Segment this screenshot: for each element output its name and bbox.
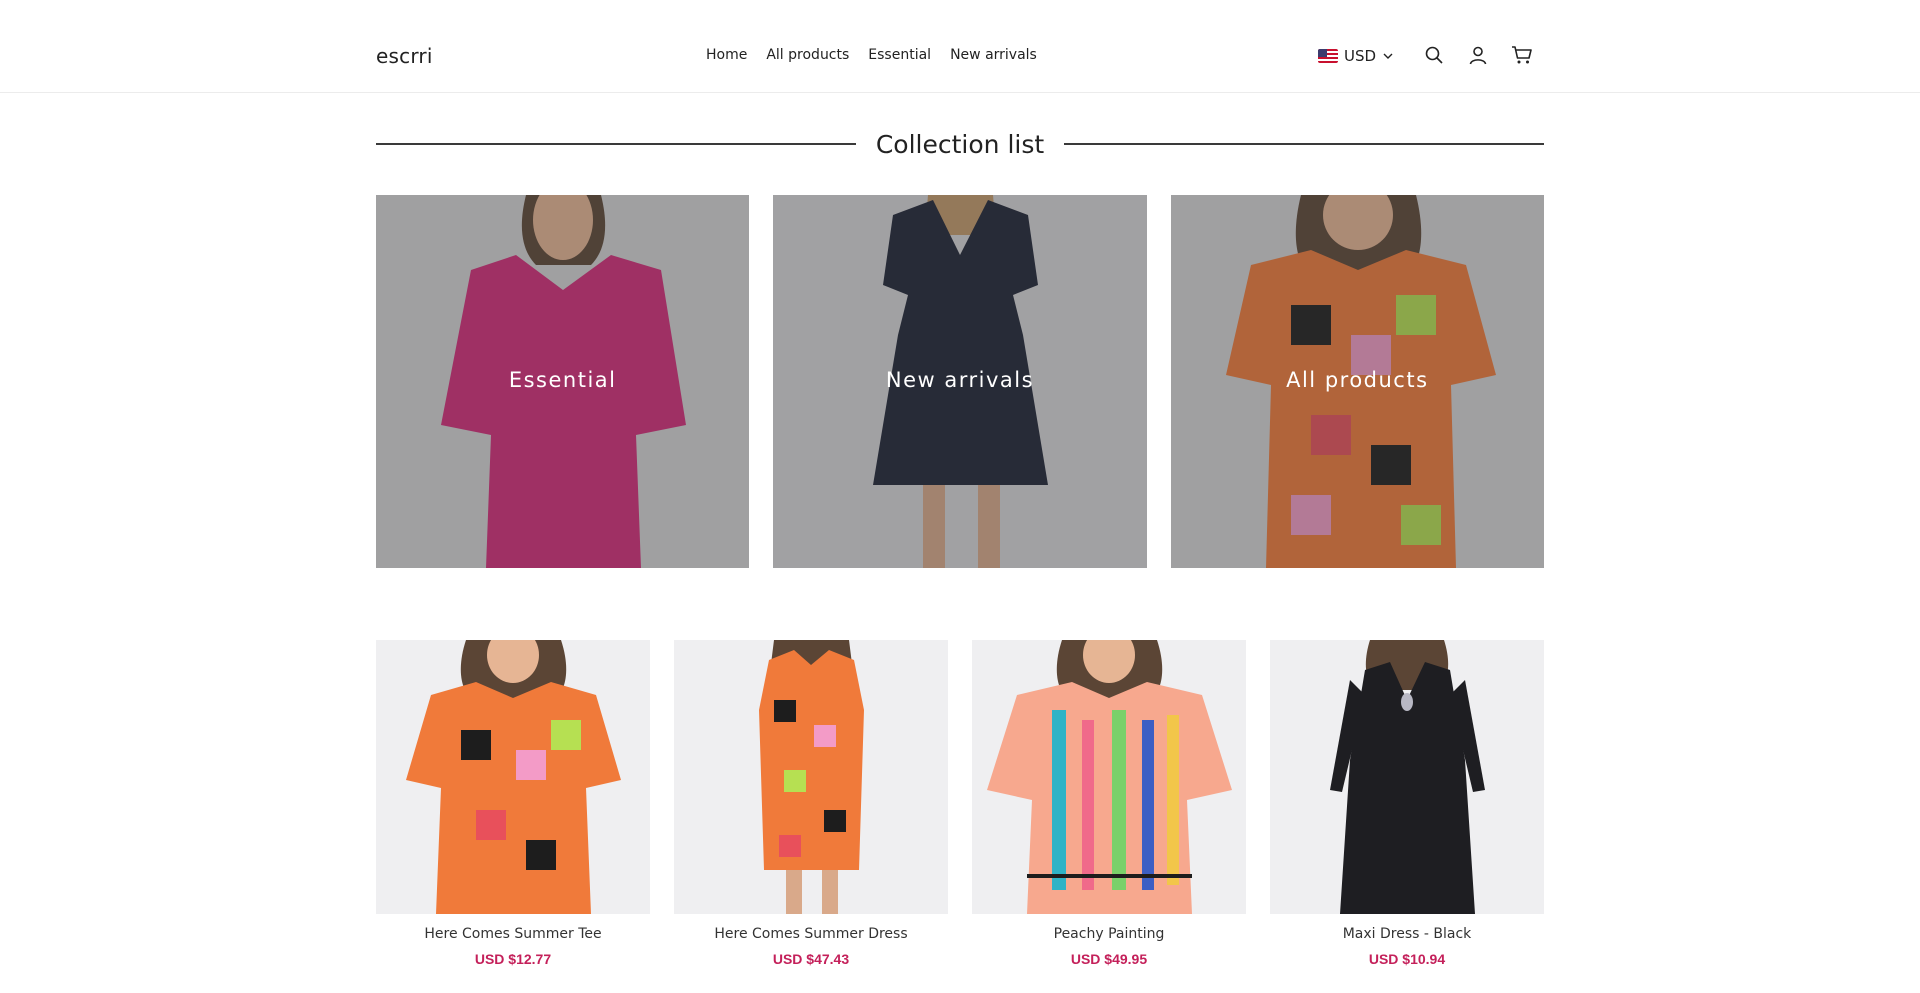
store-logo[interactable]: escrri — [376, 44, 433, 68]
product-name[interactable]: Peachy Painting — [972, 926, 1246, 942]
product-card[interactable]: Here Comes Summer Tee USD $12.77 — [376, 640, 650, 967]
nav-new-arrivals[interactable]: New arrivals — [950, 47, 1037, 63]
nav-home[interactable]: Home — [706, 47, 747, 63]
collection-card-all-products[interactable]: All products — [1170, 195, 1544, 568]
product-image[interactable] — [1270, 640, 1544, 914]
currency-selector[interactable]: USD — [1318, 47, 1394, 65]
cart-icon[interactable] — [1510, 43, 1534, 67]
product-price: USD $10.94 — [1368, 951, 1446, 967]
collection-label: Essential — [508, 368, 617, 392]
collection-label: All products — [1286, 368, 1429, 392]
product-card[interactable]: Maxi Dress - Black USD $10.94 — [1270, 640, 1544, 967]
divider-line-left — [376, 143, 856, 145]
product-name[interactable]: Here Comes Summer Tee — [376, 926, 650, 942]
nav-essential[interactable]: Essential — [868, 47, 931, 63]
product-price: USD $12.77 — [474, 951, 552, 967]
collection-card-essential[interactable]: Essential — [376, 195, 750, 568]
nav-all-products[interactable]: All products — [766, 47, 849, 63]
section-title: Collection list — [875, 129, 1045, 159]
collection-list-heading: Collection list — [376, 124, 1545, 164]
collection-label: New arrivals — [885, 368, 1035, 392]
product-price: USD $47.43 — [772, 951, 850, 967]
collection-grid: Essential New arrivals All products — [376, 195, 1544, 568]
site-header: escrri Home All products Essential New a… — [0, 0, 1920, 93]
us-flag-icon — [1318, 49, 1338, 63]
collection-card-new-arrivals[interactable]: New arrivals — [773, 195, 1147, 568]
product-price: USD $49.95 — [1070, 951, 1148, 967]
product-name[interactable]: Maxi Dress - Black — [1270, 926, 1544, 942]
main-nav: Home All products Essential New arrivals — [706, 47, 1037, 63]
header-icons — [1422, 43, 1534, 67]
product-image[interactable] — [972, 640, 1246, 914]
currency-label: USD — [1344, 47, 1377, 65]
product-name[interactable]: Here Comes Summer Dress — [674, 926, 948, 942]
product-image[interactable] — [674, 640, 948, 914]
product-grid: Here Comes Summer Tee USD $12.77 Here Co… — [376, 640, 1544, 967]
search-icon[interactable] — [1422, 43, 1446, 67]
product-card[interactable]: Peachy Painting USD $49.95 — [972, 640, 1246, 967]
account-icon[interactable] — [1466, 43, 1490, 67]
product-card[interactable]: Here Comes Summer Dress USD $47.43 — [674, 640, 948, 967]
product-image[interactable] — [376, 640, 650, 914]
chevron-down-icon — [1382, 50, 1394, 62]
divider-line-right — [1064, 143, 1545, 145]
